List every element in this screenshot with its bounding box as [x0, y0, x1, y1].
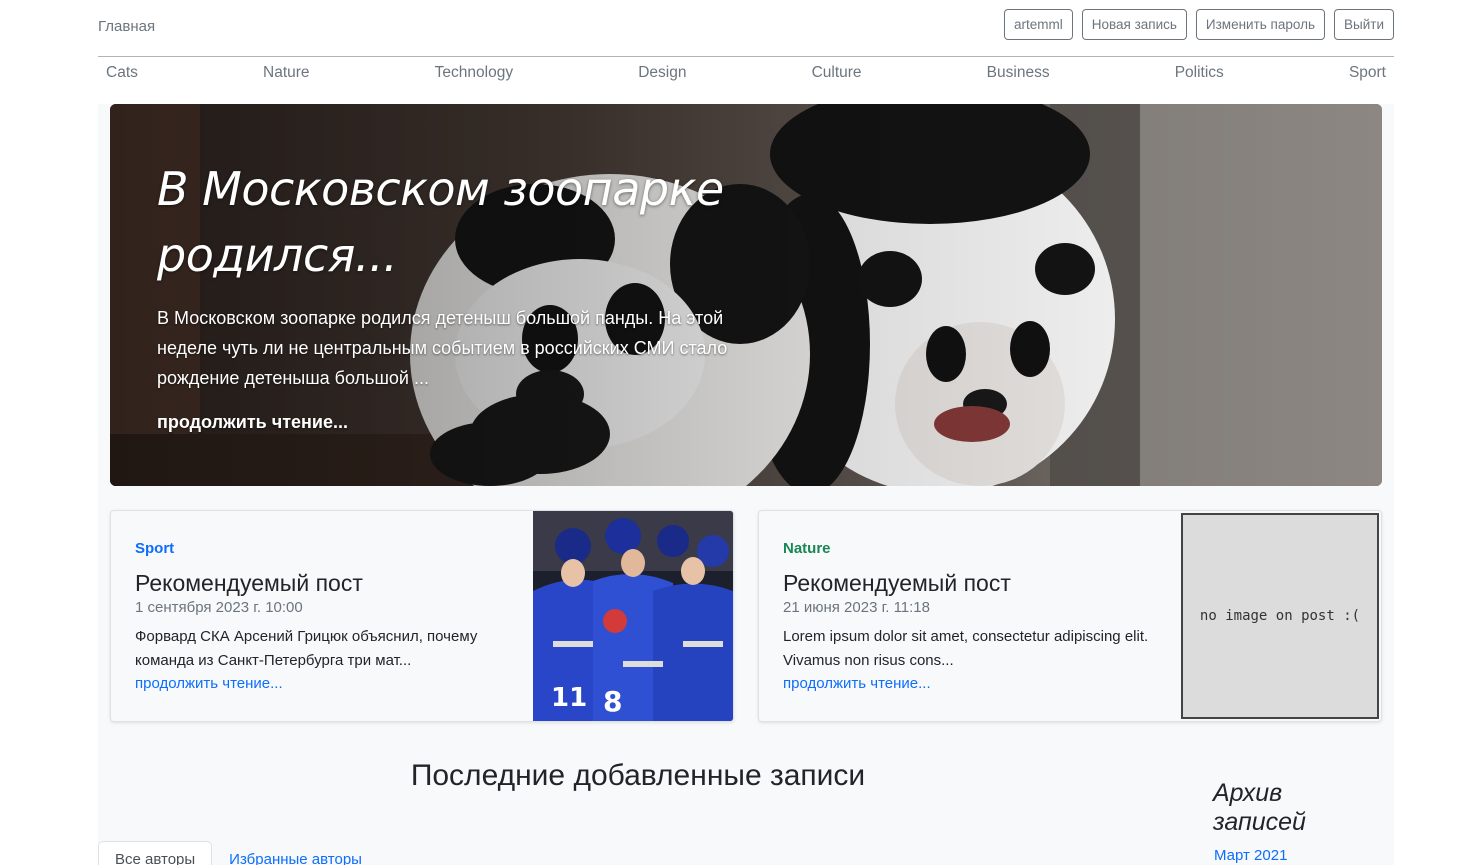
post-date: 21 июня 2023 г. 11:18	[783, 599, 930, 616]
post-category: Sport	[135, 540, 175, 557]
featured-post-card: Sport Рекомендуемый пост 1 сентября 2023…	[110, 510, 734, 722]
archive-link[interactable]: Март 2021	[1214, 847, 1287, 864]
category-link-politics[interactable]: Politics	[1175, 57, 1224, 93]
hero-continue-reading-link[interactable]: продолжить чтение...	[157, 412, 348, 433]
archive-heading: Архив записей	[1213, 779, 1306, 836]
category-link-cats[interactable]: Cats	[106, 57, 138, 93]
new-post-button[interactable]: Новая запись	[1081, 9, 1187, 40]
featured-post-body: Nature Рекомендуемый пост 21 июня 2023 г…	[783, 539, 1163, 694]
svg-text:8: 8	[603, 685, 622, 718]
post-thumbnail: 8 11	[533, 511, 733, 721]
category-link-culture[interactable]: Culture	[812, 57, 862, 93]
hero-title: В Московском зоопарке родился...	[157, 162, 724, 282]
header-actions: artemml Новая запись Изменить пароль Вый…	[1003, 9, 1394, 40]
category-link-technology[interactable]: Technology	[435, 57, 513, 93]
post-category: Nature	[783, 540, 831, 557]
category-nav: Cats Nature Technology Design Culture Bu…	[98, 57, 1394, 93]
featured-post-card: Nature Рекомендуемый пост 21 июня 2023 г…	[758, 510, 1382, 722]
hero-banner: В Московском зоопарке родился... В Моско…	[110, 104, 1382, 486]
hockey-team-image: 8 11	[533, 511, 733, 721]
continue-reading-link[interactable]: продолжить чтение...	[783, 674, 931, 694]
category-link-sport[interactable]: Sport	[1349, 57, 1386, 93]
post-date: 1 сентября 2023 г. 10:00	[135, 599, 303, 616]
post-excerpt: Форвард СКА Арсений Грицюк объяснил, поч…	[135, 628, 478, 669]
hero-excerpt: В Московском зоопарке родился детеныш бо…	[157, 308, 728, 388]
tab-favorite-authors[interactable]: Избранные авторы	[212, 841, 379, 865]
author-filter-tabs: Все авторы Избранные авторы	[98, 841, 379, 865]
category-link-nature[interactable]: Nature	[263, 57, 310, 93]
category-link-design[interactable]: Design	[638, 57, 686, 93]
home-link[interactable]: Главная	[98, 18, 155, 35]
page: Главная artemml Новая запись Изменить па…	[0, 0, 1471, 865]
site-header: Главная artemml Новая запись Изменить па…	[98, 0, 1394, 57]
change-password-button[interactable]: Изменить пароль	[1195, 9, 1326, 40]
post-title: Рекомендуемый пост	[783, 570, 1011, 596]
continue-reading-link[interactable]: продолжить чтение...	[135, 674, 283, 694]
profile-button[interactable]: artemml	[1003, 9, 1073, 40]
no-image-placeholder: no image on post :(	[1181, 513, 1379, 719]
latest-posts-heading: Последние добавленные записи	[410, 759, 866, 792]
svg-text:11: 11	[551, 683, 587, 713]
logout-button[interactable]: Выйти	[1334, 9, 1394, 40]
post-title: Рекомендуемый пост	[135, 570, 363, 596]
featured-post-body: Sport Рекомендуемый пост 1 сентября 2023…	[135, 539, 515, 694]
post-excerpt: Lorem ipsum dolor sit amet, consectetur …	[783, 628, 1149, 669]
category-link-business[interactable]: Business	[987, 57, 1050, 93]
tab-all-authors[interactable]: Все авторы	[98, 841, 213, 865]
